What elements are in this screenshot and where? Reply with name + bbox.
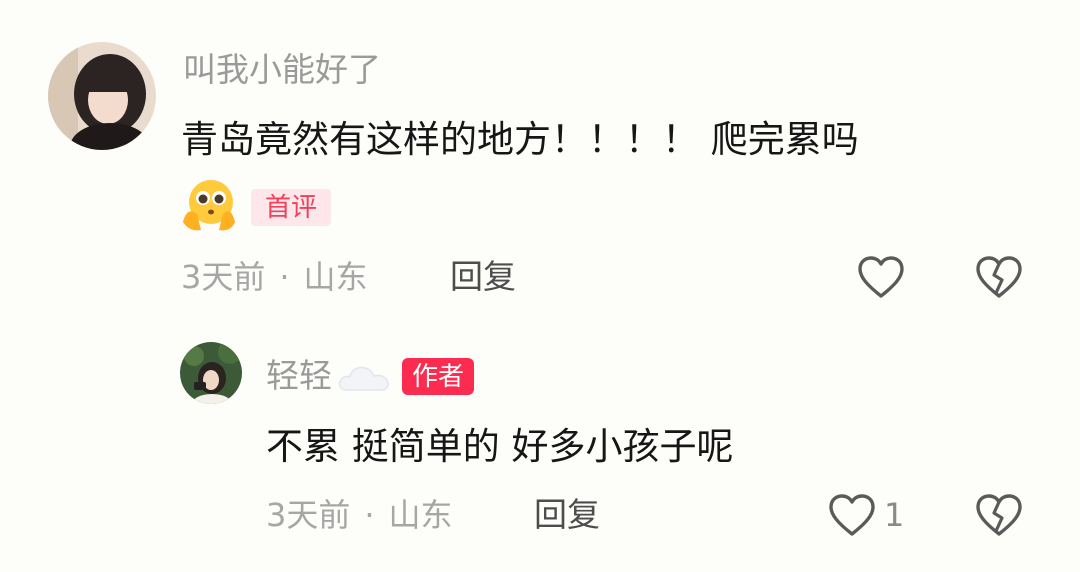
comment-location: 山东	[303, 258, 368, 296]
avatar[interactable]	[48, 42, 156, 150]
reply-meta: 3天前 · 山东	[266, 499, 453, 531]
first-comment-badge: 首评	[251, 189, 332, 226]
heart-outline-icon[interactable]	[857, 255, 905, 299]
meta-separator: ·	[279, 258, 290, 296]
cloud-icon	[338, 362, 390, 392]
comment-meta: 3天前 · 山东	[181, 261, 368, 293]
reply-button[interactable]: 回复	[534, 498, 600, 531]
heart-outline-icon[interactable]	[828, 493, 876, 537]
like-count: 1	[884, 496, 905, 534]
meta-separator: ·	[364, 496, 375, 534]
reply-text: 不累 挺简单的 好多小孩子呢	[266, 425, 734, 468]
reply-username[interactable]: 轻轻	[266, 359, 332, 392]
reply-time: 3天前	[266, 496, 351, 534]
author-badge: 作者	[402, 358, 475, 395]
avatar[interactable]	[180, 342, 242, 404]
reply-button[interactable]: 回复	[450, 260, 516, 293]
pleading-face-emoji	[179, 178, 239, 232]
reply-location: 山东	[388, 496, 453, 534]
broken-heart-icon[interactable]	[975, 493, 1023, 537]
comment-username[interactable]: 叫我小能好了	[183, 53, 381, 86]
comment-text: 青岛竟然有这样的地方！！！！ 爬完累吗	[181, 118, 859, 161]
broken-heart-icon[interactable]	[975, 255, 1023, 299]
comment-time: 3天前	[181, 258, 266, 296]
